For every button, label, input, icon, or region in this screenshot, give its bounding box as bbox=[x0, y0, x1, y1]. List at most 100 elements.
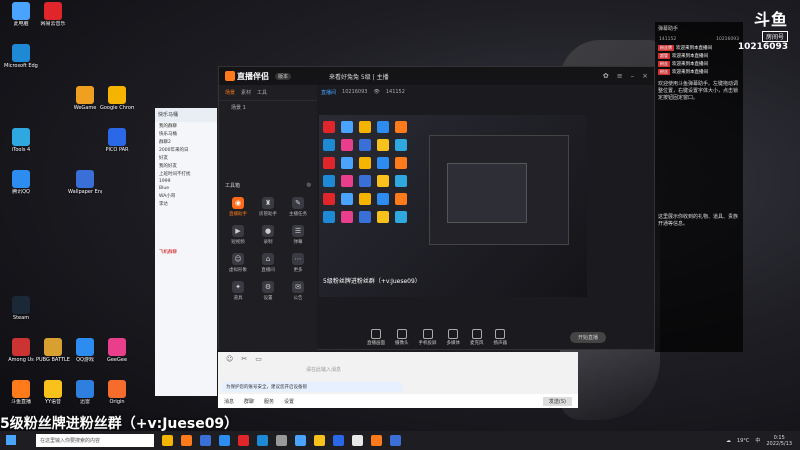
tool-button[interactable]: ⌂ 直播间 bbox=[253, 253, 283, 273]
taskbar-app-icon[interactable] bbox=[333, 435, 344, 446]
emoji-icon[interactable]: ☺ bbox=[226, 355, 233, 363]
start-stream-button[interactable]: 开始直播 bbox=[569, 331, 606, 343]
desktop-icon[interactable]: 网易云音乐 bbox=[36, 2, 70, 42]
preview-icon bbox=[359, 139, 371, 151]
chat-row[interactable]: 上班时间不打扰 bbox=[155, 170, 217, 178]
douyu-logo: 斗鱼 房间号 10216093 bbox=[738, 6, 788, 52]
toolbox-settings-icon[interactable]: ◎ bbox=[307, 182, 311, 189]
chat-row[interactable]: 李达 bbox=[155, 200, 217, 208]
taskbar-app-icon[interactable] bbox=[295, 435, 306, 446]
skin-icon[interactable]: ✿ bbox=[603, 72, 609, 80]
bottom-button-icon bbox=[448, 328, 459, 339]
taskbar-app-icon[interactable] bbox=[314, 435, 325, 446]
taskbar-app-icon[interactable] bbox=[390, 435, 401, 446]
tool-button[interactable]: ▶ 短视频 bbox=[223, 225, 253, 245]
tool-icon: ✦ bbox=[232, 281, 244, 293]
message-input[interactable]: 请在此输入消息 bbox=[218, 366, 578, 373]
footer-item[interactable]: 消息 bbox=[224, 398, 234, 405]
taskbar-app-icon[interactable] bbox=[181, 435, 192, 446]
taskbar-app-icon[interactable] bbox=[371, 435, 382, 446]
preview-icon bbox=[359, 211, 371, 223]
taskbar-search[interactable]: 在这里输入你要搜索的内容 bbox=[36, 434, 154, 447]
desktop-icon[interactable]: 此电脑 bbox=[4, 2, 38, 42]
folder-icon[interactable]: ▭ bbox=[255, 355, 262, 363]
chat-row[interactable]: 快乐马桶 bbox=[155, 130, 217, 138]
footer-item[interactable]: 设置 bbox=[284, 398, 294, 405]
chat-row[interactable]: 我的好友 bbox=[155, 162, 217, 170]
danmu-panel[interactable]: 弹幕助手 141152 10216093 粉丝牌 欢迎来到本直播间 超管 欢迎来到本直播… bbox=[655, 22, 743, 352]
minimize-icon[interactable]: – bbox=[631, 72, 635, 80]
stream-preview[interactable]: 5级粉丝牌进粉丝群（+v:Juese09） bbox=[319, 115, 587, 297]
desktop-icon[interactable]: Microsoft Edge bbox=[4, 44, 38, 84]
scissors-icon[interactable]: ✂ bbox=[241, 355, 247, 363]
bottom-button[interactable]: 手机投屏 bbox=[419, 328, 437, 346]
taskbar-app-icon[interactable] bbox=[238, 435, 249, 446]
footer-item[interactable]: 服务 bbox=[264, 398, 274, 405]
chat-row[interactable]: Blue bbox=[155, 185, 217, 192]
message-window[interactable]: ☺ ✂ ▭ 请在此输入消息 为保护您的账号安全，建议您开启设备锁 消息 群聊 服务 设… bbox=[218, 352, 578, 408]
tool-button[interactable]: ✉ 公告 bbox=[283, 281, 313, 301]
clock[interactable]: 0:15 2022/5/13 bbox=[766, 435, 792, 447]
chat-row[interactable]: WA小哥 bbox=[155, 192, 217, 200]
weather-icon[interactable]: ☁ bbox=[726, 438, 731, 444]
chat-row[interactable]: 好友 bbox=[155, 154, 217, 162]
desktop-icon[interactable]: Google Chrome bbox=[100, 86, 134, 126]
bottom-button[interactable]: 摄像头 bbox=[395, 328, 409, 346]
taskbar-app-icon[interactable] bbox=[276, 435, 287, 446]
desktop-icon[interactable]: Wallpaper Engine bbox=[68, 170, 102, 210]
tool-button[interactable]: ⋯ 更多 bbox=[283, 253, 313, 273]
desktop-icon[interactable]: Steam bbox=[4, 296, 38, 336]
bottom-button[interactable]: 直播画面 bbox=[367, 328, 385, 346]
temperature[interactable]: 19°C bbox=[737, 438, 749, 444]
desktop-icon[interactable]: GeeGee bbox=[100, 338, 134, 378]
taskbar-app-icon[interactable] bbox=[257, 435, 268, 446]
chat-row-warning[interactable]: 飞机群聊 bbox=[155, 248, 217, 256]
desktop-icon[interactable]: Among Us bbox=[4, 338, 38, 378]
desktop-icon[interactable]: PICO PAR bbox=[100, 128, 134, 168]
app-icon bbox=[76, 338, 94, 356]
desktop-icon[interactable]: iTools 4 bbox=[4, 128, 38, 168]
stream-app-window[interactable]: 直播伴侣 版本 来看好兔兔 5级 | 主播 ✿ ≡ – × 场景 素材 工具 场景 … bbox=[218, 66, 655, 351]
tool-button[interactable]: ● 录制 bbox=[253, 225, 283, 245]
chat-row[interactable]: 群聊2 bbox=[155, 138, 217, 146]
tool-button[interactable]: ♜ 房管助手 bbox=[253, 197, 283, 217]
chat-row[interactable]: 我的群聊 bbox=[155, 122, 217, 130]
desktop-icon[interactable]: QQ游戏 bbox=[68, 338, 102, 378]
tool-button[interactable]: ◉ 直播助手 bbox=[223, 197, 253, 217]
desktop-icon[interactable]: PUBG BATTLEGR bbox=[36, 338, 70, 378]
close-icon[interactable]: × bbox=[642, 72, 648, 80]
tool-button[interactable]: ✎ 主播任务 bbox=[283, 197, 313, 217]
start-icon[interactable] bbox=[6, 435, 16, 445]
desktop-icon[interactable]: WeGame bbox=[68, 86, 102, 126]
bottom-button[interactable]: 扬声器 bbox=[494, 328, 507, 346]
desktop-icon[interactable]: 腾讯QQ bbox=[4, 170, 38, 210]
tab-2[interactable]: 工具 bbox=[257, 89, 267, 96]
tool-button[interactable]: ☺ 虚拟形象 bbox=[223, 253, 253, 273]
preview-icon bbox=[377, 193, 389, 205]
taskbar-app-icon[interactable] bbox=[352, 435, 363, 446]
preview-icon bbox=[377, 139, 389, 151]
app-icon bbox=[76, 86, 94, 104]
taskbar-app-icon[interactable] bbox=[200, 435, 211, 446]
taskbar-app-icon[interactable] bbox=[219, 435, 230, 446]
chat-app-window[interactable]: 快乐马桶 我的群聊 快乐马桶 群聊2 2000年来的日 好友 我的好友 上班时间不打扰 199… bbox=[155, 108, 217, 396]
tool-button[interactable]: ☰ 弹幕 bbox=[283, 225, 313, 245]
chat-row[interactable]: 2000年来的日 bbox=[155, 146, 217, 154]
menu-icon[interactable]: ≡ bbox=[617, 72, 623, 80]
taskbar-app-icon[interactable] bbox=[162, 435, 173, 446]
room-label[interactable]: 直播间 bbox=[321, 89, 336, 96]
tool-button[interactable]: ✦ 道具 bbox=[223, 281, 253, 301]
bottom-button[interactable]: 多媒体 bbox=[447, 328, 460, 346]
footer-item[interactable]: 群聊 bbox=[244, 398, 254, 405]
scene-item[interactable]: 场景 1 bbox=[219, 101, 317, 114]
desktop-icon-label: Steam bbox=[12, 315, 30, 321]
tool-button[interactable]: ⚙ 设置 bbox=[253, 281, 283, 301]
send-button[interactable]: 发送(S) bbox=[542, 396, 572, 406]
left-tabs: 场景 素材 工具 bbox=[219, 85, 317, 101]
message-toolbar: ☺ ✂ ▭ bbox=[218, 352, 578, 366]
tab-0[interactable]: 场景 bbox=[225, 89, 235, 96]
ime-indicator[interactable]: 中 bbox=[755, 437, 760, 444]
tab-1[interactable]: 素材 bbox=[241, 89, 251, 96]
chat-row[interactable]: 1999 bbox=[155, 178, 217, 185]
bottom-button[interactable]: 麦克风 bbox=[470, 328, 484, 346]
